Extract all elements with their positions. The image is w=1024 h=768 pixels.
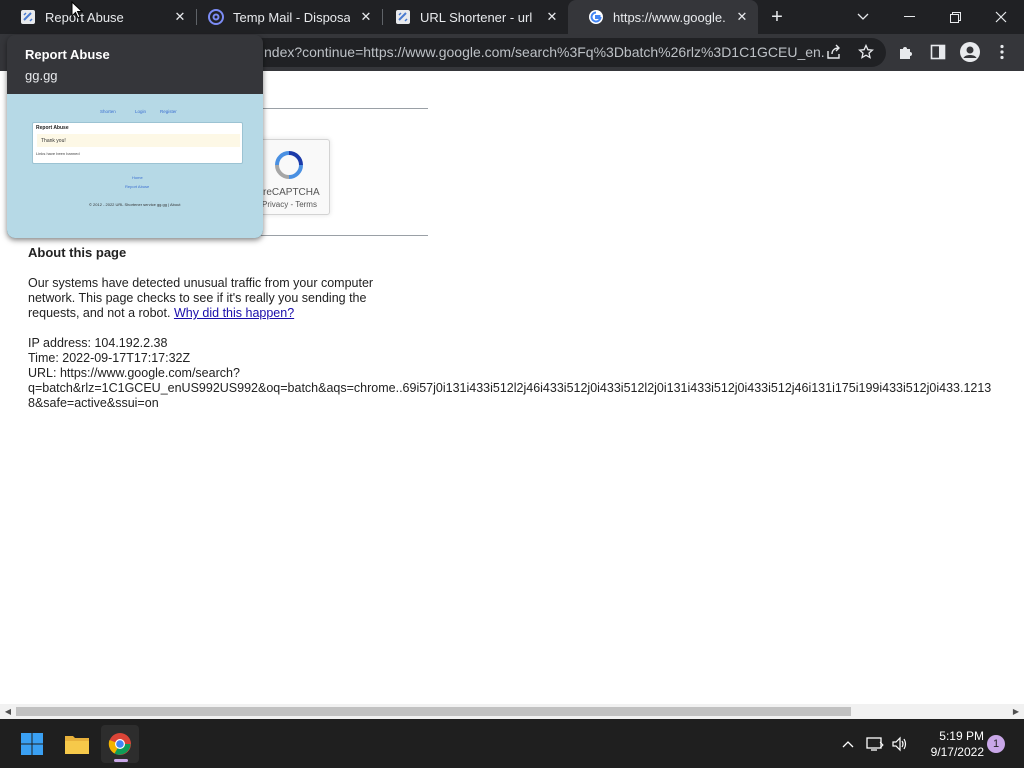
restore-button[interactable] — [932, 0, 978, 34]
hover-card-domain: gg.gg — [25, 68, 58, 83]
tab-strip: Report Abuse ✕ Temp Mail - Disposable ✕ … — [0, 0, 1024, 34]
new-tab-button[interactable]: + — [765, 6, 789, 28]
restore-icon — [949, 11, 961, 23]
windows-taskbar: 5:19 PM 9/17/2022 1 — [0, 719, 1024, 768]
preview-box-heading: Report Abuse — [36, 125, 69, 131]
paragraph-line: requests, and not a robot. — [28, 306, 174, 320]
preview-thanks: Thank you! — [37, 134, 240, 147]
url-shortener-favicon — [20, 9, 36, 25]
preview-nav-item: Login — [135, 109, 147, 114]
paragraph-line: Our systems have detected unusual traffi… — [28, 276, 374, 290]
url-line: URL: https://www.google.com/search? — [28, 366, 240, 380]
preview-line: Links have been banned — [36, 151, 80, 156]
recaptcha-privacy-terms[interactable]: Privacy - Terms — [262, 200, 317, 209]
preview-footer: © 2012 - 2022 URL Shortener service gg.g… — [89, 202, 181, 207]
preview-nav-item: Register — [160, 109, 177, 114]
scrollbar-thumb[interactable] — [16, 707, 851, 716]
tab-title: Temp Mail - Disposable — [233, 9, 350, 25]
file-explorer-button[interactable] — [58, 725, 96, 763]
clock-time: 5:19 PM — [939, 729, 984, 743]
volume-icon[interactable] — [890, 734, 910, 754]
taskbar-clock[interactable]: 5:19 PM 9/17/2022 — [914, 728, 984, 760]
url-line: q=batch&rlz=1C1GCEU_enUS992US992&oq=batc… — [28, 381, 992, 395]
timestamp: Time: 2022-09-17T17:17:32Z — [28, 351, 191, 365]
scroll-right-arrow-icon[interactable]: ▶ — [1009, 705, 1023, 718]
recaptcha-label: reCAPTCHA — [263, 187, 320, 198]
close-tab-icon[interactable]: ✕ — [358, 9, 374, 25]
preview-link: Home — [132, 175, 143, 180]
url-line: 8&safe=active&ssui=on — [28, 396, 159, 410]
close-icon — [995, 11, 1007, 23]
chevron-down-icon — [857, 13, 869, 20]
tab-title: https://www.google.co — [613, 9, 726, 25]
close-window-button[interactable] — [978, 0, 1024, 34]
clock-date: 9/17/2022 — [930, 745, 984, 759]
tab-google[interactable]: https://www.google.co ✕ — [568, 0, 758, 34]
hover-card-preview: Shorten Login Register Report Abuse Than… — [7, 94, 263, 238]
close-tab-icon[interactable]: ✕ — [172, 9, 188, 25]
hover-card-title: Report Abuse — [25, 47, 110, 62]
horizontal-scrollbar[interactable]: ◀ ▶ — [0, 704, 1024, 719]
preview-report-box: Report Abuse Thank you! Links have been … — [32, 122, 243, 164]
profile-avatar-icon[interactable] — [958, 40, 982, 64]
mouse-cursor-icon — [71, 1, 83, 19]
side-panel-icon[interactable] — [926, 40, 950, 64]
minimize-button[interactable] — [886, 0, 932, 34]
tab-hover-card: Report Abuse gg.gg Shorten Login Registe… — [7, 35, 263, 238]
start-button[interactable] — [13, 725, 51, 763]
paragraph-line: network. This page checks to see if it's… — [28, 291, 367, 305]
active-app-indicator — [114, 759, 128, 762]
address-bar-url[interactable]: ndex?continue=https://www.google.com/sea… — [264, 38, 824, 67]
chrome-taskbar-button[interactable] — [101, 725, 139, 763]
tab-report-abuse[interactable]: Report Abuse ✕ — [0, 0, 196, 34]
tab-title: URL Shortener - url sho — [420, 9, 536, 25]
minimize-icon — [903, 16, 915, 17]
tab-temp-mail[interactable]: Temp Mail - Disposable ✕ — [188, 0, 382, 34]
scroll-left-arrow-icon[interactable]: ◀ — [1, 705, 15, 718]
tab-url-shortener[interactable]: URL Shortener - url sho ✕ — [375, 0, 568, 34]
network-icon[interactable] — [865, 734, 885, 754]
google-favicon — [588, 9, 604, 25]
bookmark-star-icon[interactable] — [854, 40, 878, 64]
close-tab-icon[interactable]: ✕ — [734, 9, 750, 25]
preview-nav-item: Shorten — [100, 109, 116, 114]
windows-start-icon — [21, 733, 43, 755]
ip-address: IP address: 104.192.2.38 — [28, 336, 168, 350]
extensions-puzzle-icon[interactable] — [894, 40, 918, 64]
url-shortener-favicon — [395, 9, 411, 25]
tab-title: Report Abuse — [45, 9, 124, 25]
why-did-this-happen-link[interactable]: Why did this happen? — [174, 306, 294, 320]
tab-search-button[interactable] — [840, 0, 886, 34]
preview-link: Report Abuse — [125, 184, 150, 189]
recaptcha-logo-icon — [275, 151, 303, 179]
share-icon[interactable] — [822, 40, 846, 64]
about-heading: About this page — [28, 245, 127, 260]
chrome-icon — [108, 733, 131, 755]
notification-badge[interactable]: 1 — [987, 735, 1005, 753]
at-sign-favicon — [208, 9, 224, 25]
close-tab-icon[interactable]: ✕ — [544, 9, 560, 25]
file-explorer-icon — [65, 736, 89, 754]
paragraph-line-with-link: requests, and not a robot. Why did this … — [28, 306, 294, 321]
show-hidden-icons-chevron-up-icon[interactable] — [838, 734, 858, 754]
kebab-menu-icon[interactable] — [990, 40, 1014, 64]
